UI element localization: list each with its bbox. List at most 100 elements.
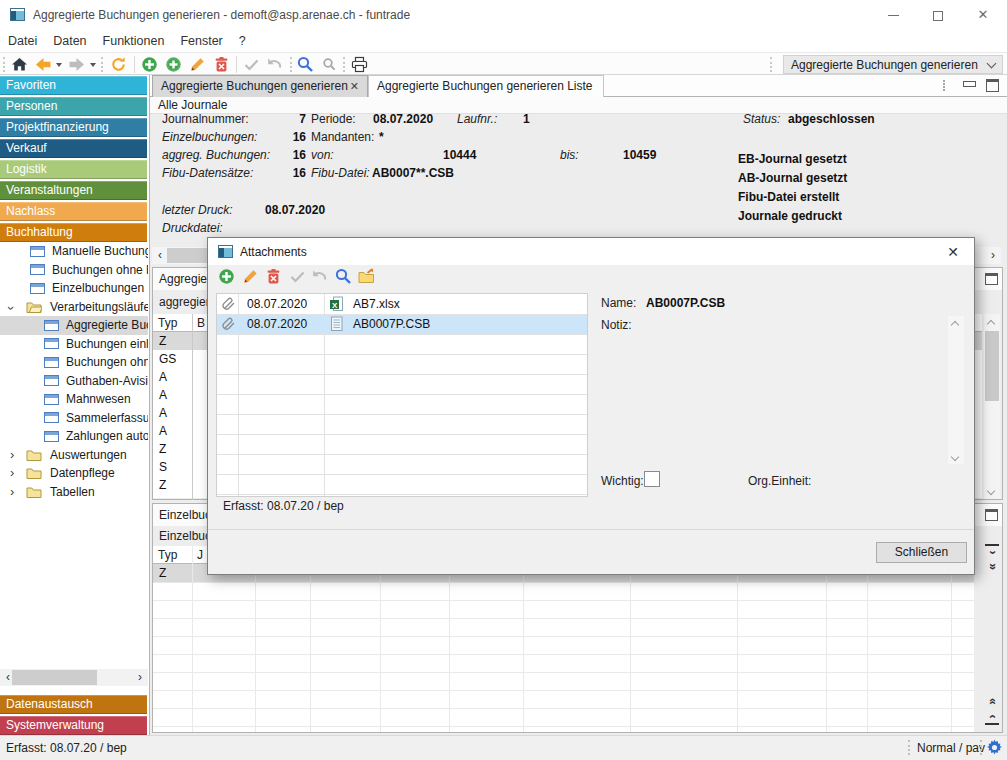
restore-pane-icon[interactable] — [963, 81, 976, 87]
tree-item-folder[interactable]: › Verarbeitungsläufe — [0, 298, 148, 317]
close-button[interactable]: ✕ — [968, 6, 998, 24]
dialog-close-icon[interactable]: ✕ — [944, 243, 962, 261]
add-special-icon[interactable] — [165, 56, 182, 73]
maximize-button[interactable] — [923, 6, 953, 24]
notiz-label: Notiz: — [601, 318, 632, 332]
forward-history-caret[interactable] — [90, 63, 96, 67]
scroll-down-icon[interactable] — [984, 484, 1000, 498]
back-icon[interactable] — [35, 56, 52, 73]
chevron-icon[interactable]: › — [10, 446, 14, 465]
sidebar-category-nachlass[interactable]: Nachlass — [0, 202, 147, 221]
undo-icon[interactable] — [266, 56, 283, 73]
sidebar-categories: Favoriten Personen Projektfinanzierung V… — [0, 76, 149, 244]
tree-item[interactable]: Buchungen einlese — [0, 335, 148, 354]
sidebar-category-verkauf[interactable]: Verkauf — [0, 139, 147, 158]
home-icon[interactable] — [11, 56, 28, 73]
tree-item[interactable]: Mahnwesen — [0, 390, 148, 409]
tree-item[interactable]: Buchungen ohne Refe — [0, 261, 148, 280]
attachment-row[interactable]: 08.07.2020 X AB7.xlsx — [217, 294, 587, 314]
search-icon[interactable] — [297, 56, 314, 73]
tab-aggregierte-buchungen-generieren[interactable]: Aggregierte Buchungen generieren ✕ — [152, 75, 368, 97]
column-header[interactable]: Typ — [158, 316, 177, 330]
maximize-pane-icon[interactable] — [986, 79, 999, 92]
menu-item-datei[interactable]: Datei — [0, 30, 45, 48]
dialog-title: Attachments — [240, 245, 307, 259]
delete-icon[interactable] — [265, 268, 282, 285]
window-icon — [44, 431, 59, 442]
title-bar: Aggregierte Buchungen generieren - demof… — [0, 0, 1007, 30]
context-dropdown[interactable]: Aggregierte Buchungen generieren — [783, 55, 1003, 74]
search-icon[interactable] — [335, 268, 352, 285]
column-header[interactable]: Typ — [158, 548, 177, 562]
status-left-text: Erfasst: 08.07.20 / bep — [6, 741, 127, 755]
sidebar-category-datenaustausch[interactable]: Datenaustausch — [0, 695, 147, 714]
scroll-right-icon[interactable]: › — [132, 669, 148, 686]
edit-icon[interactable] — [242, 268, 259, 285]
sidebar-category-logistik[interactable]: Logistik — [0, 160, 147, 179]
menu-item-funktionen[interactable]: Funktionen — [95, 30, 173, 48]
sidebar-category-personen[interactable]: Personen — [0, 97, 147, 116]
add-icon[interactable] — [141, 56, 158, 73]
tree-item[interactable]: Aggregierte Buchun — [0, 316, 148, 335]
tab-aggregierte-buchungen-generieren-liste[interactable]: Aggregierte Buchungen generieren Liste — [368, 75, 604, 97]
chevron-icon[interactable]: › — [10, 483, 14, 502]
scroll-last-icon[interactable]: › — [985, 712, 999, 725]
scroll-right-icon[interactable]: › — [985, 247, 1001, 264]
maximize-panel-icon[interactable] — [985, 273, 998, 285]
back-history-caret[interactable] — [56, 63, 62, 67]
tree-item[interactable]: Einzelbuchungen — [0, 279, 148, 298]
tree-item[interactable]: Zahlungen automat — [0, 427, 148, 446]
chevron-icon[interactable]: › — [10, 464, 14, 483]
vertical-scrollbar[interactable] — [984, 314, 1000, 499]
sidebar-category-veranstaltungen[interactable]: Veranstaltungen — [0, 181, 147, 200]
open-folder-icon[interactable] — [358, 268, 375, 285]
menu-item-daten[interactable]: Daten — [45, 30, 94, 48]
scrollbar-thumb[interactable] — [12, 670, 97, 685]
scroll-left-icon[interactable]: ‹ — [152, 247, 168, 264]
menu-item-fenster[interactable]: Fenster — [172, 30, 230, 48]
tree-item[interactable]: Guthaben-Avisierun — [0, 372, 148, 391]
confirm-icon[interactable] — [243, 56, 260, 73]
sidebar-category-buchhaltung[interactable]: Buchhaltung — [0, 223, 147, 242]
search-secondary-icon[interactable] — [321, 56, 338, 73]
scrollbar-thumb[interactable] — [985, 331, 999, 401]
tab-options-icon[interactable] — [943, 80, 945, 82]
scroll-up-icon[interactable] — [948, 316, 964, 330]
chevron-icon[interactable]: › — [2, 306, 21, 310]
scroll-first-icon[interactable]: › — [985, 544, 999, 557]
wichtig-checkbox[interactable] — [644, 471, 660, 487]
sidebar-category-favoriten[interactable]: Favoriten — [0, 76, 147, 95]
page-up-icon[interactable]: » — [985, 560, 999, 571]
scroll-up-icon[interactable] — [984, 315, 1000, 329]
column-header[interactable]: J — [197, 548, 203, 562]
scroll-down-icon[interactable] — [948, 450, 964, 464]
maximize-panel-icon[interactable] — [985, 509, 998, 521]
edit-icon[interactable] — [189, 56, 206, 73]
menu-item-help[interactable]: ? — [231, 30, 254, 48]
delete-icon[interactable] — [213, 56, 230, 73]
notiz-scrollbar[interactable] — [948, 316, 964, 464]
sidebar-category-projektfinanzierung[interactable]: Projektfinanzierung — [0, 118, 147, 137]
tab-close-icon[interactable]: ✕ — [350, 76, 359, 97]
page-down-icon[interactable]: » — [985, 697, 999, 708]
sidebar: Favoriten Personen Projektfinanzierung V… — [0, 75, 150, 735]
forward-icon[interactable] — [68, 56, 85, 73]
tree-item-folder[interactable]: › Auswertungen — [0, 446, 148, 465]
sidebar-category-systemverwaltung[interactable]: Systemverwaltung — [0, 716, 147, 735]
print-icon[interactable] — [351, 56, 368, 73]
refresh-icon[interactable] — [110, 56, 127, 73]
tree-item[interactable]: Buchungen ohne R — [0, 353, 148, 372]
undo-icon[interactable] — [311, 268, 328, 285]
confirm-icon[interactable] — [289, 268, 306, 285]
attachment-row[interactable]: 08.07.2020 AB0007P.CSB — [217, 314, 587, 334]
schliessen-button[interactable]: Schließen — [876, 542, 967, 563]
column-header[interactable]: B — [197, 316, 205, 330]
settings-gear-icon[interactable] — [986, 739, 1003, 756]
add-icon[interactable] — [218, 268, 235, 285]
tree-item[interactable]: Sammelerfassung S — [0, 409, 148, 428]
tree-item[interactable]: Manuelle Buchungen — [0, 242, 148, 261]
tree-item-folder[interactable]: › Tabellen — [0, 483, 148, 502]
sidebar-horizontal-scrollbar[interactable]: ‹ › — [0, 669, 148, 686]
minimize-button[interactable] — [878, 6, 908, 24]
tree-item-folder[interactable]: › Datenpflege — [0, 464, 148, 483]
